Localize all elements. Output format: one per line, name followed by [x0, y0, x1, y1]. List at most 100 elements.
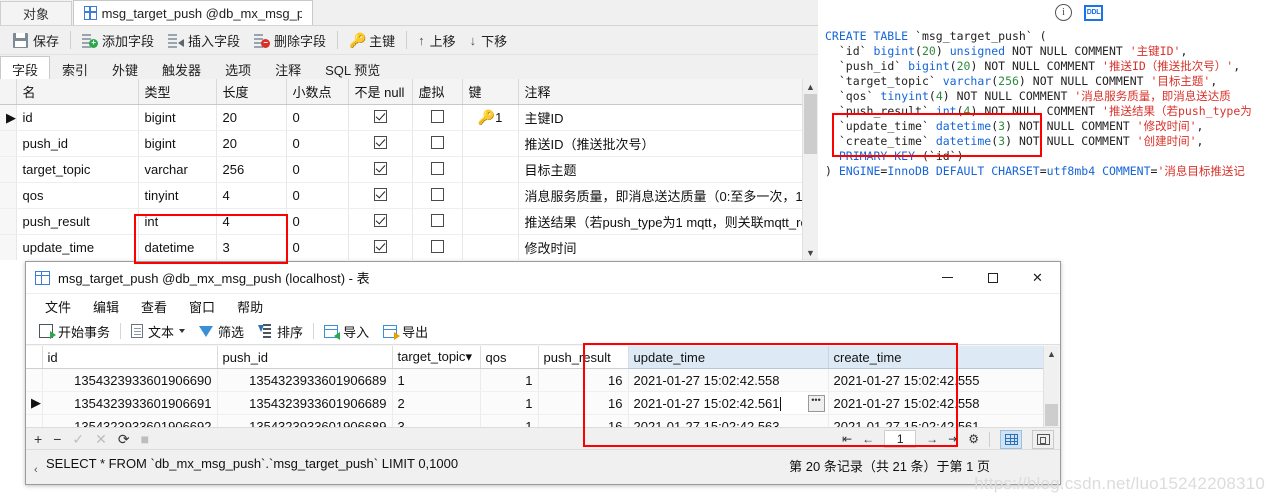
col-length[interactable]: 长度	[216, 79, 287, 105]
cell-virtual[interactable]	[412, 156, 463, 183]
cell-decimals[interactable]: 0	[286, 104, 349, 131]
data-window-titlebar[interactable]: msg_target_push @db_mx_msg_push (localho…	[26, 262, 1060, 294]
ddl-preview-pane[interactable]: CREATE TABLE `msg_target_push` ( `id` bi…	[819, 25, 1273, 260]
chevron-down-icon[interactable]	[179, 329, 186, 333]
col-comment[interactable]: 注释	[518, 79, 816, 105]
table-row[interactable]: target_topic varchar 256 0 目标主题	[0, 156, 816, 183]
dcol-id[interactable]: id	[42, 346, 218, 369]
text-button[interactable]: 文本	[124, 320, 192, 342]
begin-transaction-button[interactable]: 开始事务	[32, 320, 117, 342]
col-decimals[interactable]: 小数点	[286, 79, 349, 105]
cancel-button[interactable]: ✕	[95, 432, 107, 446]
dcol-update-time[interactable]: update_time	[628, 346, 829, 369]
scroll-up-icon[interactable]: ▲	[1044, 346, 1059, 361]
insert-field-button[interactable]: 插入字段	[161, 28, 247, 52]
scroll-thumb[interactable]	[1045, 404, 1058, 426]
move-up-button[interactable]: ↑ 上移	[411, 28, 463, 52]
info-icon[interactable]: i	[1055, 4, 1072, 21]
save-button[interactable]: 保存	[6, 28, 66, 52]
cell-push-id[interactable]: 1354323933601906689	[217, 368, 393, 392]
delete-field-button[interactable]: − 删除字段	[247, 28, 333, 52]
checkbox-virtual[interactable]	[430, 187, 444, 201]
dcol-qos[interactable]: qos	[480, 346, 539, 369]
scroll-thumb[interactable]	[804, 94, 817, 154]
cell-key[interactable]	[462, 208, 519, 235]
sort-button[interactable]: 排序	[251, 320, 310, 342]
table-row[interactable]: update_time datetime 3 0 修改时间	[0, 234, 816, 260]
cell-notnull[interactable]	[348, 234, 413, 260]
cell-editor-button[interactable]: •••	[807, 395, 825, 412]
maximize-button[interactable]	[970, 262, 1015, 293]
cell-type[interactable]: bigint	[138, 104, 217, 131]
cell-virtual[interactable]	[412, 208, 463, 235]
cell-name[interactable]: push_result	[16, 208, 139, 235]
apply-button[interactable]: ✓	[72, 432, 84, 446]
tab-objects[interactable]: 对象	[0, 1, 72, 25]
tab-indexes[interactable]: 索引	[50, 56, 100, 81]
cell-push-id[interactable]: 1354323933601906689	[217, 391, 393, 415]
cell-comment[interactable]: 目标主题	[518, 156, 816, 183]
menu-window[interactable]: 窗口	[178, 297, 226, 316]
add-field-button[interactable]: + 添加字段	[75, 28, 161, 52]
cell-notnull[interactable]	[348, 130, 413, 157]
last-page-button[interactable]: ⇥	[948, 432, 958, 446]
cell-update-time[interactable]: 2021-01-27 15:02:42.558	[628, 368, 829, 392]
cell-virtual[interactable]	[412, 130, 463, 157]
cell-qos[interactable]: 1	[480, 391, 539, 415]
menu-edit[interactable]: 编辑	[82, 297, 130, 316]
dcol-create-time[interactable]: create_time	[828, 346, 1045, 369]
cell-type[interactable]: int	[138, 208, 217, 235]
col-notnull[interactable]: 不是 null	[348, 79, 413, 105]
menu-view[interactable]: 查看	[130, 297, 178, 316]
tab-comment[interactable]: 注释	[263, 56, 313, 81]
cell-virtual[interactable]	[412, 104, 463, 131]
cell-decimals[interactable]: 0	[286, 234, 349, 260]
cell-comment[interactable]: 主键ID	[518, 104, 816, 131]
next-page-button[interactable]: →	[926, 432, 938, 446]
refresh-button[interactable]: ⟳	[118, 432, 130, 446]
dcol-push-id[interactable]: push_id	[217, 346, 393, 369]
cell-virtual[interactable]	[412, 234, 463, 260]
cell-notnull[interactable]	[348, 104, 413, 131]
cell-push-result[interactable]: 16	[538, 368, 629, 392]
checkbox-virtual[interactable]	[430, 239, 444, 253]
grid-view-button[interactable]	[1000, 429, 1022, 449]
cell-comment[interactable]: 推送ID（推送批次号）	[518, 130, 816, 157]
cell-target-topic[interactable]: 1	[392, 368, 481, 392]
settings-gear-icon[interactable]: ⚙	[968, 432, 979, 446]
stop-button[interactable]: ■	[141, 432, 149, 446]
cell-notnull[interactable]	[348, 182, 413, 209]
delete-record-button[interactable]: −	[53, 432, 61, 446]
cell-key[interactable]	[462, 234, 519, 260]
col-virtual[interactable]: 虚拟	[412, 79, 463, 105]
table-row[interactable]: push_id bigint 20 0 推送ID（推送批次号）	[0, 130, 816, 157]
cell-length[interactable]: 20	[216, 104, 287, 131]
cell-target-topic[interactable]: 2	[392, 391, 481, 415]
table-row[interactable]: qos tinyint 4 0 消息服务质量，即消息送达质量（0:至多一次，1:…	[0, 182, 816, 209]
menu-help[interactable]: 帮助	[226, 297, 274, 316]
col-key[interactable]: 键	[462, 79, 519, 105]
cell-name[interactable]: qos	[16, 182, 139, 209]
checkbox-virtual[interactable]	[430, 135, 444, 149]
cell-key[interactable]	[462, 130, 519, 157]
menu-file[interactable]: 文件	[34, 297, 82, 316]
cell-length[interactable]: 3	[216, 234, 287, 260]
tab-triggers[interactable]: 触发器	[150, 56, 213, 81]
form-view-button[interactable]	[1032, 429, 1054, 449]
cell-notnull[interactable]	[348, 208, 413, 235]
cell-qos[interactable]: 1	[480, 368, 539, 392]
cell-id[interactable]: 1354323933601906690	[42, 368, 218, 392]
cell-key[interactable]: 🔑1	[462, 104, 519, 131]
checkbox-virtual[interactable]	[430, 161, 444, 175]
col-type[interactable]: 类型	[138, 79, 217, 105]
cell-decimals[interactable]: 0	[286, 130, 349, 157]
cell-length[interactable]: 4	[216, 208, 287, 235]
close-button[interactable]: ✕	[1015, 262, 1060, 293]
checkbox-notnull[interactable]	[373, 187, 387, 201]
cell-comment[interactable]: 修改时间	[518, 234, 816, 260]
cell-length[interactable]: 4	[216, 182, 287, 209]
cell-name[interactable]: update_time	[16, 234, 139, 260]
cell-push-result[interactable]: 16	[538, 391, 629, 415]
table-row[interactable]: ▶ id bigint 20 0 🔑1 主键ID	[0, 104, 816, 131]
scroll-up-icon[interactable]: ▲	[803, 79, 818, 94]
